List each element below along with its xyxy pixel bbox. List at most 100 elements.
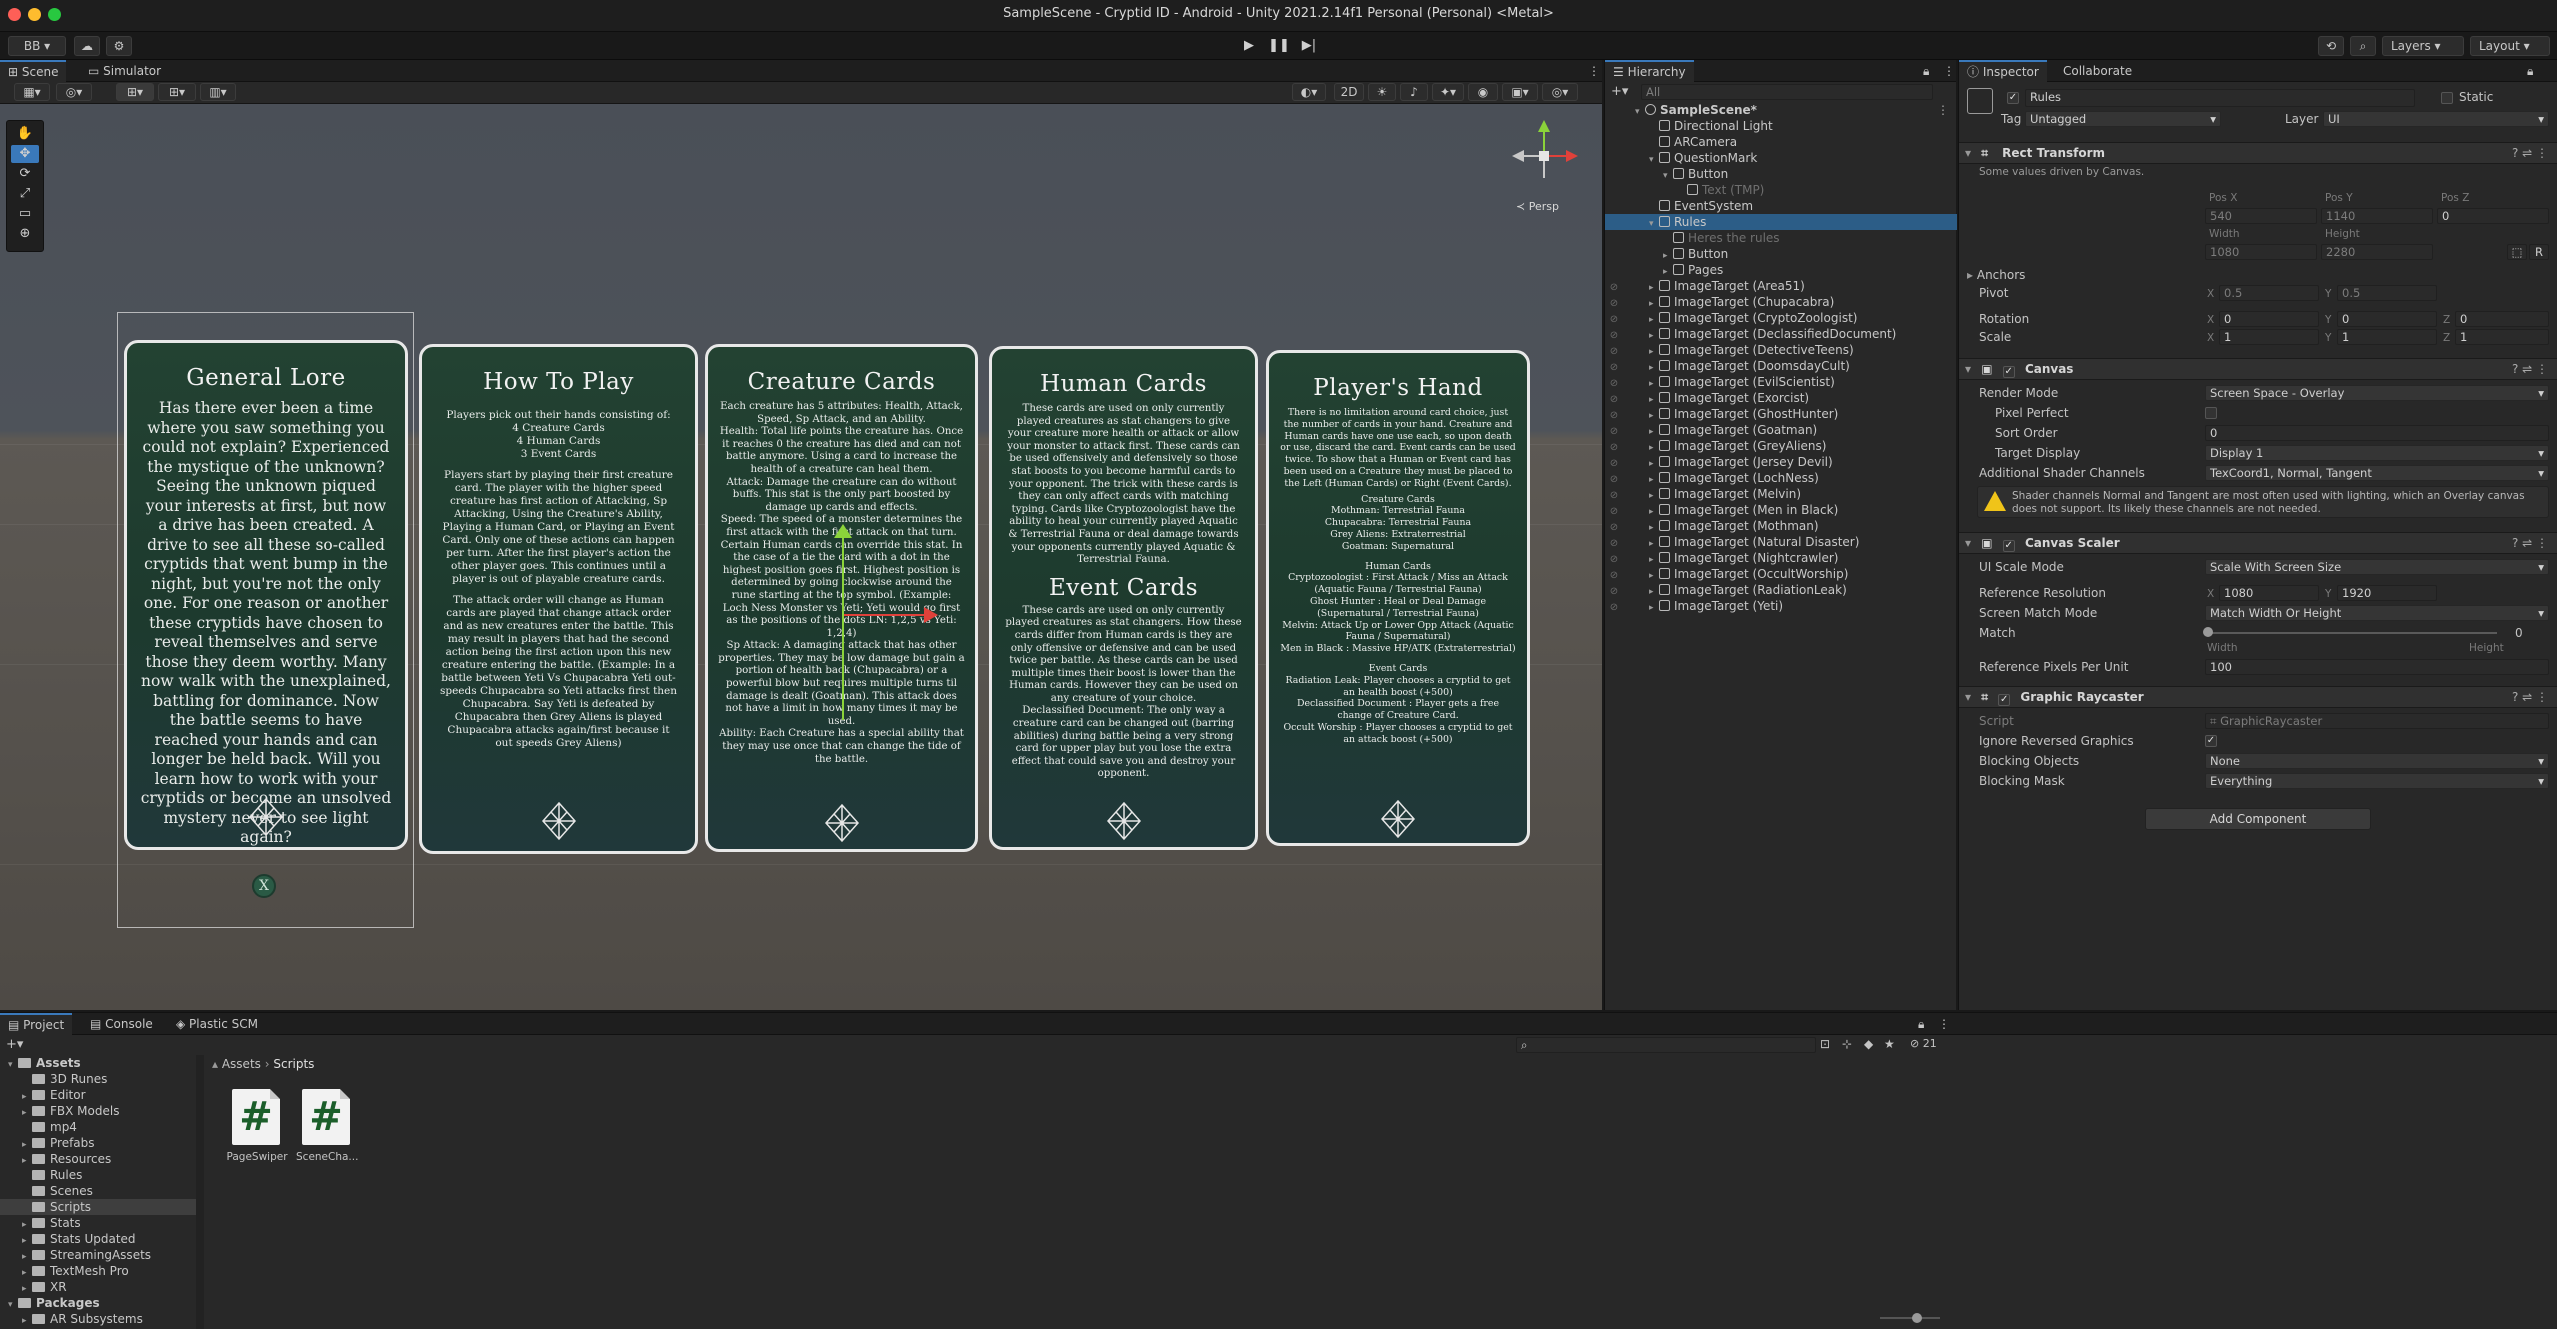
hidden-objects-toggle-icon[interactable]: ◉ [1468, 83, 1498, 101]
hierarchy-item[interactable]: ▾ Button [1605, 166, 1957, 182]
shader-channels-dropdown[interactable]: TexCoord1, Normal, Tangent ▾ [2205, 465, 2549, 481]
hierarchy-item[interactable]: ⊘ ▸ ImageTarget (Jersey Devil) [1605, 454, 1957, 470]
hierarchy-item[interactable]: ⊘ ▸ ImageTarget (LochNess) [1605, 470, 1957, 486]
render-grid-icon[interactable]: ▥▾ [200, 83, 236, 101]
hierarchy-item[interactable]: Text (TMP) [1605, 182, 1957, 198]
move-gizmo-x-arrow-icon[interactable] [924, 607, 938, 623]
scale-x-field[interactable]: 1 [2219, 329, 2319, 345]
draw-mode-icon[interactable]: ◐▾ [1292, 83, 1326, 101]
component-menu-icon[interactable]: ? ⇌ ⋮ [2512, 687, 2548, 707]
active-checkbox[interactable]: ✓ [2007, 92, 2019, 104]
icon-size-slider-track[interactable] [1880, 1317, 1940, 1319]
hierarchy-item[interactable]: ▾ Rules [1605, 214, 1957, 230]
collab-settings-icon[interactable]: ⚙ [106, 36, 132, 56]
hierarchy-item[interactable]: ⊘ ▸ ImageTarget (DetectiveTeens) [1605, 342, 1957, 358]
scale-tool-icon[interactable]: ⤢ [11, 185, 39, 203]
folder-item[interactable]: ▾ Assets [0, 1055, 196, 1071]
orientation-gizmo[interactable] [1508, 118, 1580, 184]
hierarchy-item[interactable]: ⊘ ▸ ImageTarget (Men in Black) [1605, 502, 1957, 518]
hierarchy-item[interactable]: ⊘ ▸ ImageTarget (GhostHunter) [1605, 406, 1957, 422]
object-name-field[interactable]: Rules [2025, 89, 2415, 107]
hierarchy-item[interactable]: ⊘ ▸ ImageTarget (Chupacabra) [1605, 294, 1957, 310]
hierarchy-item[interactable]: ⊘ ▸ ImageTarget (GreyAliens) [1605, 438, 1957, 454]
pause-button[interactable]: ❚❚ [1266, 36, 1292, 56]
canvas-header[interactable]: ▾ ▣ ✓ Canvas ? ⇌ ⋮ [1959, 358, 2557, 380]
folder-item[interactable]: Scripts [0, 1199, 196, 1215]
component-menu-icon[interactable]: ? ⇌ ⋮ [2512, 533, 2548, 553]
tab-simulator[interactable]: ▭ Simulator [80, 60, 169, 82]
anchors-row[interactable]: ▸ Anchors [1967, 266, 2537, 284]
hierarchy-item[interactable]: ⊘ ▸ ImageTarget (RadiationLeak) [1605, 582, 1957, 598]
height-field[interactable]: 2280 [2321, 244, 2433, 260]
layout-dropdown[interactable]: Layout ▾ [2470, 36, 2550, 56]
expand-arrow-icon[interactable]: ▸ [22, 1313, 32, 1329]
raycaster-enabled-checkbox[interactable]: ✓ [1998, 694, 2011, 706]
rotation-y-field[interactable]: 0 [2337, 311, 2437, 327]
folder-item[interactable]: ▸ TextMesh Pro [0, 1263, 196, 1279]
canvas-scaler-enabled-checkbox[interactable]: ✓ [2002, 540, 2015, 552]
add-object-button[interactable]: +▾ [1611, 84, 1628, 99]
ui-scale-mode-dropdown[interactable]: Scale With Screen Size ▾ [2205, 559, 2549, 575]
add-component-button[interactable]: Add Component [2145, 808, 2371, 830]
breadcrumb-scripts[interactable]: Scripts [273, 1057, 314, 1071]
rect-tool-icon[interactable]: ▭ [11, 205, 39, 223]
folder-item[interactable]: ▸ Resources [0, 1151, 196, 1167]
hand-tool-icon[interactable]: ✋ [11, 125, 39, 143]
hierarchy-item[interactable]: ▾ SampleScene* ⋮ [1605, 102, 1957, 118]
breadcrumb-assets[interactable]: Assets [222, 1057, 261, 1071]
hierarchy-item[interactable]: EventSystem [1605, 198, 1957, 214]
hierarchy-item[interactable]: ⊘ ▸ ImageTarget (DeclassifiedDocument) [1605, 326, 1957, 342]
folder-item[interactable]: ▸ Stats Updated [0, 1231, 196, 1247]
folder-item[interactable]: mp4 [0, 1119, 196, 1135]
graphic-raycaster-header[interactable]: ▾ ⌗ ✓ Graphic Raycaster ? ⇌ ⋮ [1959, 686, 2557, 708]
hierarchy-item[interactable]: ⊘ ▸ ImageTarget (Goatman) [1605, 422, 1957, 438]
gizmo-mode-icon[interactable]: ◎▾ [56, 83, 92, 101]
scale-z-field[interactable]: 1 [2455, 329, 2549, 345]
cloud-icon[interactable]: ☁ [74, 36, 100, 56]
width-field[interactable]: 1080 [2205, 244, 2317, 260]
move-tool-icon[interactable]: ✥ [11, 145, 39, 163]
inspector-lock-icon[interactable]: 🔒︎ [2519, 60, 2541, 82]
raw-edit-button[interactable]: R [2529, 244, 2549, 260]
label-icon[interactable]: ◆ [1864, 1037, 1873, 1051]
search-by-label-icon[interactable]: ⊹ [1842, 1037, 1852, 1051]
scene-viewport[interactable]: General Lore Has there ever been a time … [0, 104, 1602, 1010]
hierarchy-item[interactable]: ▾ QuestionMark [1605, 150, 1957, 166]
hierarchy-item[interactable]: ⊘ ▸ ImageTarget (DoomsdayCult) [1605, 358, 1957, 374]
component-menu-icon[interactable]: ? ⇌ ⋮ [2512, 143, 2548, 163]
target-display-dropdown[interactable]: Display 1 ▾ [2205, 445, 2549, 461]
visibility-toggle-icon[interactable]: ⊘ [1605, 600, 1623, 616]
perspective-label[interactable]: ≺ Persp [1516, 200, 1559, 213]
step-button[interactable]: ▶| [1296, 36, 1322, 56]
match-slider-handle[interactable] [2203, 627, 2213, 637]
hierarchy-item[interactable]: ⊘ ▸ ImageTarget (Melvin) [1605, 486, 1957, 502]
component-menu-icon[interactable]: ? ⇌ ⋮ [2512, 359, 2548, 379]
static-checkbox[interactable] [2441, 92, 2453, 104]
search-by-type-icon[interactable]: ⊡ [1820, 1037, 1830, 1051]
card-players-hand[interactable]: Player's Hand There is no limitation aro… [1266, 350, 1530, 846]
hierarchy-search-input[interactable]: All [1641, 84, 1933, 100]
layer-dropdown[interactable]: UI ▾ [2323, 111, 2549, 127]
search-icon[interactable]: ⌕ [2350, 36, 2376, 56]
move-gizmo-y-arrow-icon[interactable] [834, 524, 852, 538]
tab-hierarchy[interactable]: ☰ Hierarchy [1605, 60, 1694, 82]
play-button[interactable]: ▶ [1236, 36, 1262, 56]
transform-tool-icon[interactable]: ⊕ [11, 225, 39, 243]
gizmos-toggle-icon[interactable]: ◎▾ [1542, 83, 1578, 101]
asset-scenechanger[interactable]: # SceneCha... [296, 1089, 358, 1181]
rotate-tool-icon[interactable]: ⟳ [11, 165, 39, 183]
tab-scene[interactable]: ⊞ Scene [0, 60, 67, 82]
hierarchy-item[interactable]: Heres the rules [1605, 230, 1957, 246]
hierarchy-item[interactable]: ⊘ ▸ ImageTarget (Nightcrawler) [1605, 550, 1957, 566]
hierarchy-item[interactable]: ▸ Button [1605, 246, 1957, 262]
hierarchy-item[interactable]: ⊘ ▸ ImageTarget (CryptoZoologist) [1605, 310, 1957, 326]
ignore-reversed-checkbox[interactable]: ✓ [2205, 735, 2217, 747]
lighting-toggle-icon[interactable]: ☀ [1368, 83, 1396, 101]
tab-console[interactable]: ▤ Console [82, 1013, 161, 1035]
folder-item[interactable]: ▸ Editor [0, 1087, 196, 1103]
screen-match-mode-dropdown[interactable]: Match Width Or Height ▾ [2205, 605, 2549, 621]
card-how-to-play[interactable]: How To Play Players pick out their hands… [419, 344, 698, 854]
sort-order-field[interactable]: 0 [2205, 425, 2549, 441]
tab-collaborate[interactable]: Collaborate [2055, 60, 2140, 82]
scene-menu-icon[interactable]: ⋮ [1937, 102, 1949, 118]
